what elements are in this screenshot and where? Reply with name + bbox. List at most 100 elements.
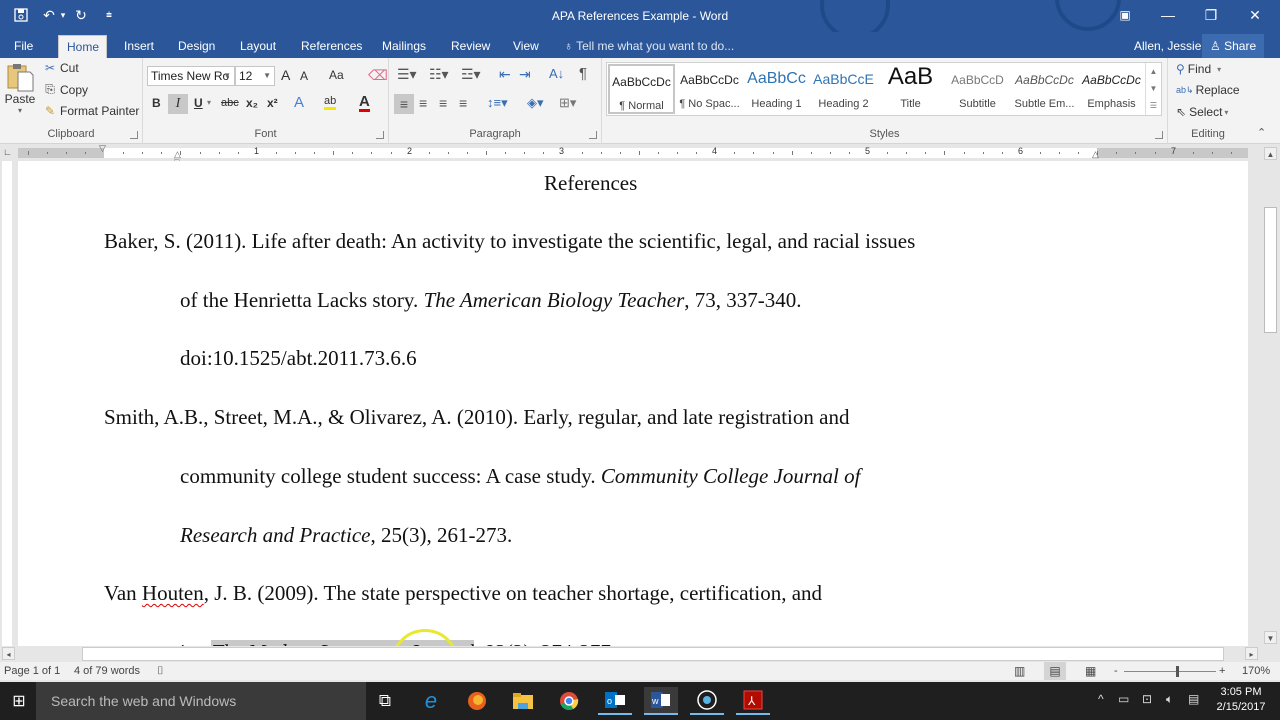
media-player-icon[interactable] [690,687,724,715]
tab-view[interactable]: View [505,35,547,58]
superscript-button[interactable]: x² [267,96,278,110]
tab-layout[interactable]: Layout [232,35,284,58]
tab-file[interactable]: File [6,35,41,58]
change-case-button[interactable]: Aa [329,68,344,82]
style-subtitle[interactable]: AaBbCcD Subtitle [944,64,1011,114]
horizontal-scroll-thumb[interactable] [82,647,1224,661]
scroll-down-icon[interactable]: ▼ [1264,631,1277,644]
sort-button[interactable]: A↓ [549,66,564,81]
replace-button[interactable]: ab↳ Replace [1176,83,1240,97]
cut-button[interactable]: ✂ Cut [42,61,79,75]
text-effects-button[interactable]: A [294,94,304,111]
gallery-up-icon[interactable]: ▲ [1146,63,1161,80]
style-normal[interactable]: AaBbCcDc ¶ Normal [608,64,675,114]
styles-launcher-icon[interactable] [1155,131,1163,139]
paragraph-launcher-icon[interactable] [589,131,597,139]
style-heading-1[interactable]: AaBbCc Heading 1 [743,64,810,114]
copy-button[interactable]: ⎘ Copy [42,82,88,97]
scroll-right-icon[interactable]: ▸ [1245,647,1258,660]
zoom-slider[interactable] [1124,671,1216,672]
network-warning-icon[interactable]: ⊡ [1142,692,1152,706]
gallery-down-icon[interactable]: ▼ [1146,80,1161,97]
scroll-left-icon[interactable]: ◂ [2,647,15,660]
outlook-icon[interactable]: o [598,687,632,715]
vertical-scrollbar[interactable]: ▲ ▼ [1262,145,1280,646]
style-heading-2[interactable]: AaBbCcE Heading 2 [810,64,877,114]
tab-insert[interactable]: Insert [116,35,162,58]
user-name[interactable]: Allen, Jessie [1134,35,1201,57]
tell-me-box[interactable]: ♁ Tell me what you want to do... [564,35,734,57]
find-button[interactable]: ⚲ Find ▾ [1176,62,1221,76]
zoom-out-button[interactable]: - [1114,665,1118,677]
font-launcher-icon[interactable] [376,131,384,139]
print-layout-icon[interactable]: ▤ [1044,662,1066,680]
zoom-in-button[interactable]: + [1219,665,1225,677]
edge-browser-icon[interactable]: e [414,687,448,715]
chrome-icon[interactable] [552,687,586,715]
grow-font-button[interactable]: A [281,67,290,83]
battery-icon[interactable]: ▭ [1118,692,1129,706]
file-explorer-icon[interactable] [506,687,540,715]
first-line-indent-marker[interactable]: ▽ [99,143,106,154]
horizontal-scrollbar[interactable]: ◂ ▸ [0,646,1262,662]
paste-button[interactable]: Paste ▾ [4,62,36,122]
page-count[interactable]: Page 1 of 1 [4,665,60,677]
multilevel-list-button[interactable]: ☲▾ [461,66,481,83]
show-formatting-marks-button[interactable]: ¶ [579,65,587,82]
font-name-combo[interactable]: Times New Ro ▼ [147,66,235,86]
close-button[interactable]: ✕ [1232,0,1278,30]
increase-indent-button[interactable]: ⇥ [519,66,531,83]
task-view-icon[interactable]: ⧉ [368,687,402,715]
font-size-combo[interactable]: 12 ▼ [235,66,275,86]
tab-selector-icon[interactable]: ∟ [3,147,12,157]
justify-button[interactable]: ≡ [459,95,467,111]
zoom-level[interactable]: 170% [1242,665,1270,677]
format-painter-button[interactable]: ✎ Format Painter [42,104,139,118]
line-spacing-button[interactable]: ↕≡▾ [487,95,508,111]
web-layout-icon[interactable]: ▦ [1085,664,1096,678]
volume-icon[interactable]: 🔈︎ [1166,692,1173,707]
taskbar-search[interactable]: Search the web and Windows [36,682,366,720]
decrease-indent-button[interactable]: ⇤ [499,66,511,83]
ribbon-display-options-icon[interactable]: ▣ [1102,0,1148,30]
borders-button[interactable]: ⊞▾ [559,95,576,111]
strikethrough-button[interactable]: abc [221,97,239,109]
collapse-ribbon-icon[interactable]: ⌃ [1257,126,1266,139]
tab-mailings[interactable]: Mailings [374,35,434,58]
document-page[interactable]: References Baker, S. (2011). Life after … [18,161,1248,646]
style-emphasis[interactable]: AaBbCcDc Emphasis [1078,64,1145,114]
firefox-icon[interactable] [460,687,494,715]
italic-button[interactable]: I [168,94,188,114]
gallery-scroll[interactable]: ▲ ▼ ☰ [1145,63,1161,115]
shading-button[interactable]: ◈▾ [527,95,544,111]
gallery-more-icon[interactable]: ☰ [1146,97,1161,114]
underline-button[interactable]: U [194,96,203,110]
minimize-button[interactable]: — [1145,0,1191,30]
underline-dropdown-icon[interactable]: ▾ [207,98,211,107]
vertical-scroll-thumb[interactable] [1264,207,1277,333]
style-no-spacing[interactable]: AaBbCcDc ¶ No Spac... [676,64,743,114]
clear-formatting-icon[interactable]: ⌫ [368,67,388,84]
tab-review[interactable]: Review [443,35,498,58]
tab-references[interactable]: References [293,35,370,58]
style-subtle-emphasis[interactable]: AaBbCcDc Subtle Em... [1011,64,1078,114]
bullets-button[interactable]: ☰▾ [397,66,417,83]
share-button[interactable]: ♙ Share [1202,34,1265,58]
restore-button[interactable]: ❐ [1188,0,1234,30]
horizontal-ruler[interactable]: ∟ 1 2 3 4 5 6 7 ▽ △□ △ [0,143,1262,167]
bold-button[interactable]: B [152,96,161,110]
subscript-button[interactable]: x₂ [246,96,258,110]
tab-design[interactable]: Design [170,35,223,58]
shrink-font-button[interactable]: A [300,69,308,83]
read-mode-icon[interactable]: ▥ [1014,664,1025,678]
word-count[interactable]: 4 of 79 words [74,665,140,677]
action-center-icon[interactable]: ▤ [1188,692,1199,706]
align-right-button[interactable]: ≡ [439,95,447,111]
tab-home[interactable]: Home [58,35,107,58]
acrobat-icon[interactable]: ⅄ [736,687,770,715]
align-left-button[interactable]: ≡ [394,94,414,114]
show-hidden-icons[interactable]: ^ [1098,692,1104,706]
align-center-button[interactable]: ≡ [419,95,427,111]
windows-start-icon[interactable]: ⊞ [2,687,36,715]
word-icon[interactable]: w [644,687,678,715]
